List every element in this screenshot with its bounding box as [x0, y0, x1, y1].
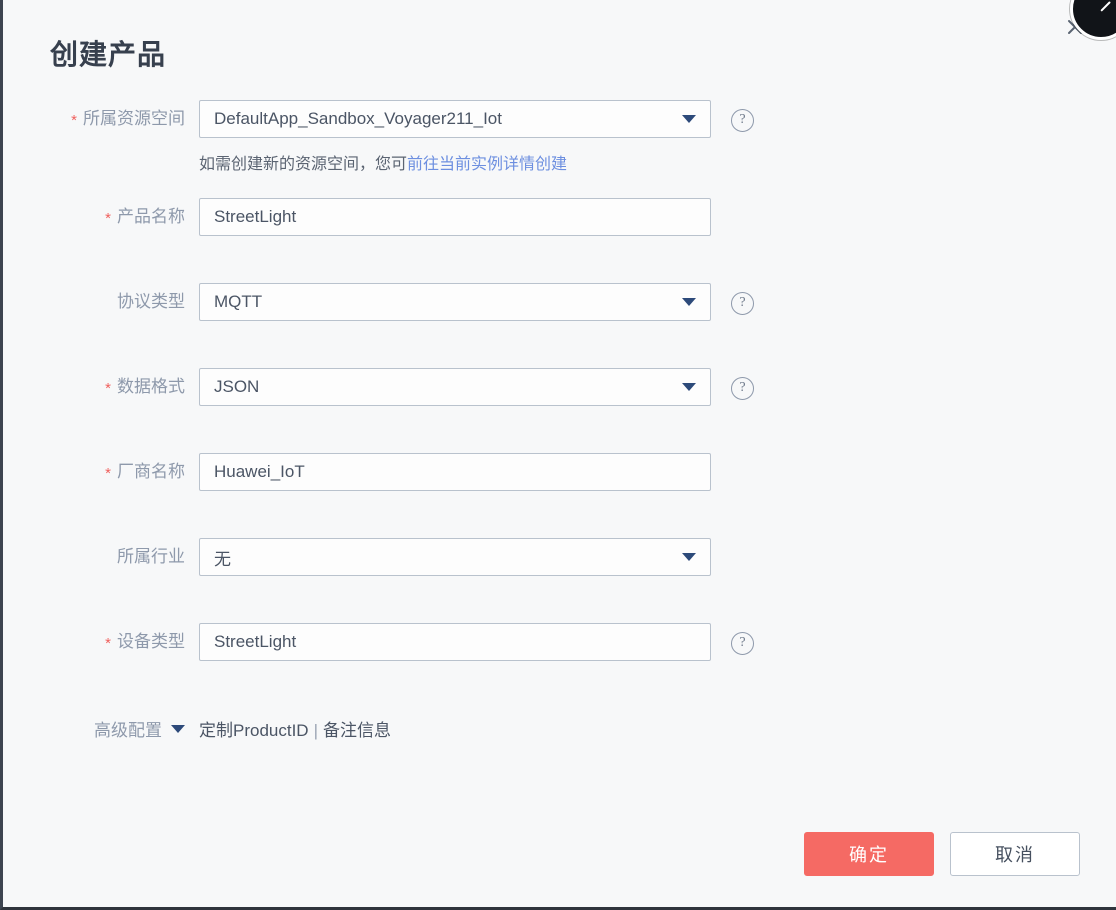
- link-separator: |: [313, 721, 319, 740]
- control-device-type: StreetLight ?: [199, 623, 754, 661]
- device-type-input[interactable]: StreetLight: [199, 623, 711, 661]
- label-text: 设备类型: [117, 632, 185, 651]
- product-name-input[interactable]: StreetLight: [199, 198, 711, 236]
- form-row-data-format: * 数据格式 JSON ?: [3, 368, 1116, 407]
- resource-space-value: DefaultApp_Sandbox_Voyager211_Iot: [214, 109, 502, 128]
- confirm-button[interactable]: 确定: [804, 832, 934, 876]
- label-product-name: * 产品名称: [3, 198, 199, 237]
- help-icon-device-type[interactable]: ?: [731, 632, 754, 655]
- help-icon-resource-space[interactable]: ?: [731, 109, 754, 132]
- form-row-industry: 所属行业 无: [3, 538, 1116, 577]
- data-format-value: JSON: [214, 377, 260, 396]
- dialog-title: 创建产品: [50, 39, 167, 70]
- label-device-type: * 设备类型: [3, 623, 199, 662]
- resource-space-create-link[interactable]: 前往当前实例详情创建: [407, 156, 567, 173]
- resource-space-select[interactable]: DefaultApp_Sandbox_Voyager211_Iot: [199, 100, 711, 138]
- form-row-manufacturer-name: * 厂商名称 Huawei_IoT: [3, 453, 1116, 492]
- manufacturer-name-input[interactable]: Huawei_IoT: [199, 453, 711, 491]
- control-protocol-type: MQTT ?: [199, 283, 754, 321]
- control-resource-space: DefaultApp_Sandbox_Voyager211_Iot ? 如需创建…: [199, 100, 754, 174]
- data-format-select[interactable]: JSON: [199, 368, 711, 406]
- required-marker: *: [105, 635, 111, 652]
- chevron-down-icon: [171, 725, 185, 733]
- resource-space-hint: 如需创建新的资源空间，您可前往当前实例详情创建: [199, 150, 711, 174]
- protocol-type-select[interactable]: MQTT: [199, 283, 711, 321]
- control-industry: 无: [199, 538, 711, 576]
- form-row-resource-space: * 所属资源空间 DefaultApp_Sandbox_Voyager211_Io…: [3, 100, 1116, 174]
- required-marker: *: [105, 465, 111, 482]
- label-data-format: * 数据格式: [3, 368, 199, 407]
- advanced-config-toggle[interactable]: 高级配置: [3, 712, 199, 750]
- label-text: 产品名称: [117, 207, 185, 226]
- label-text: 所属行业: [117, 547, 185, 566]
- label-text: 厂商名称: [117, 462, 185, 481]
- industry-select[interactable]: 无: [199, 538, 711, 576]
- required-marker: *: [105, 380, 111, 397]
- help-icon-protocol-type[interactable]: ?: [731, 292, 754, 315]
- advanced-config-links: 定制ProductID | 备注信息: [199, 712, 391, 750]
- chevron-down-icon: [682, 115, 696, 123]
- form-row-product-name: * 产品名称 StreetLight: [3, 198, 1116, 237]
- cancel-button[interactable]: 取消: [950, 832, 1080, 876]
- industry-value: 无: [214, 549, 231, 569]
- help-icon-data-format[interactable]: ?: [731, 377, 754, 400]
- create-product-form: * 所属资源空间 DefaultApp_Sandbox_Voyager211_Io…: [3, 100, 1116, 750]
- dialog-footer: 确定 取消: [3, 832, 1116, 876]
- chevron-down-icon: [682, 383, 696, 391]
- required-marker: *: [105, 210, 111, 227]
- form-row-device-type: * 设备类型 StreetLight ?: [3, 623, 1116, 662]
- label-protocol-type: 协议类型: [3, 283, 199, 322]
- control-manufacturer-name: Huawei_IoT: [199, 453, 711, 491]
- hint-prefix-text: 如需创建新的资源空间，您可: [199, 156, 408, 173]
- device-type-value: StreetLight: [214, 632, 297, 651]
- protocol-type-value: MQTT: [214, 292, 263, 311]
- create-product-dialog: 创建产品 * 所属资源空间 DefaultApp_Sandbox_Voyager2…: [0, 0, 1116, 910]
- form-row-advanced-config: 高级配置 定制ProductID | 备注信息: [3, 712, 1116, 750]
- control-product-name: StreetLight: [199, 198, 711, 236]
- product-name-value: StreetLight: [214, 207, 297, 226]
- manufacturer-name-value: Huawei_IoT: [214, 462, 305, 481]
- custom-product-id-link[interactable]: 定制ProductID: [199, 721, 309, 740]
- chevron-down-icon: [682, 298, 696, 306]
- label-industry: 所属行业: [3, 538, 199, 577]
- advanced-config-label: 高级配置: [94, 721, 162, 740]
- remark-info-link[interactable]: 备注信息: [323, 721, 391, 740]
- form-row-protocol-type: 协议类型 MQTT ?: [3, 283, 1116, 322]
- label-text: 数据格式: [117, 377, 185, 396]
- control-data-format: JSON ?: [199, 368, 754, 406]
- chevron-down-icon: [682, 553, 696, 561]
- label-resource-space: * 所属资源空间: [3, 100, 199, 139]
- required-marker: *: [71, 112, 77, 129]
- label-manufacturer-name: * 厂商名称: [3, 453, 199, 492]
- label-text: 协议类型: [117, 292, 185, 311]
- label-text: 所属资源空间: [83, 109, 185, 128]
